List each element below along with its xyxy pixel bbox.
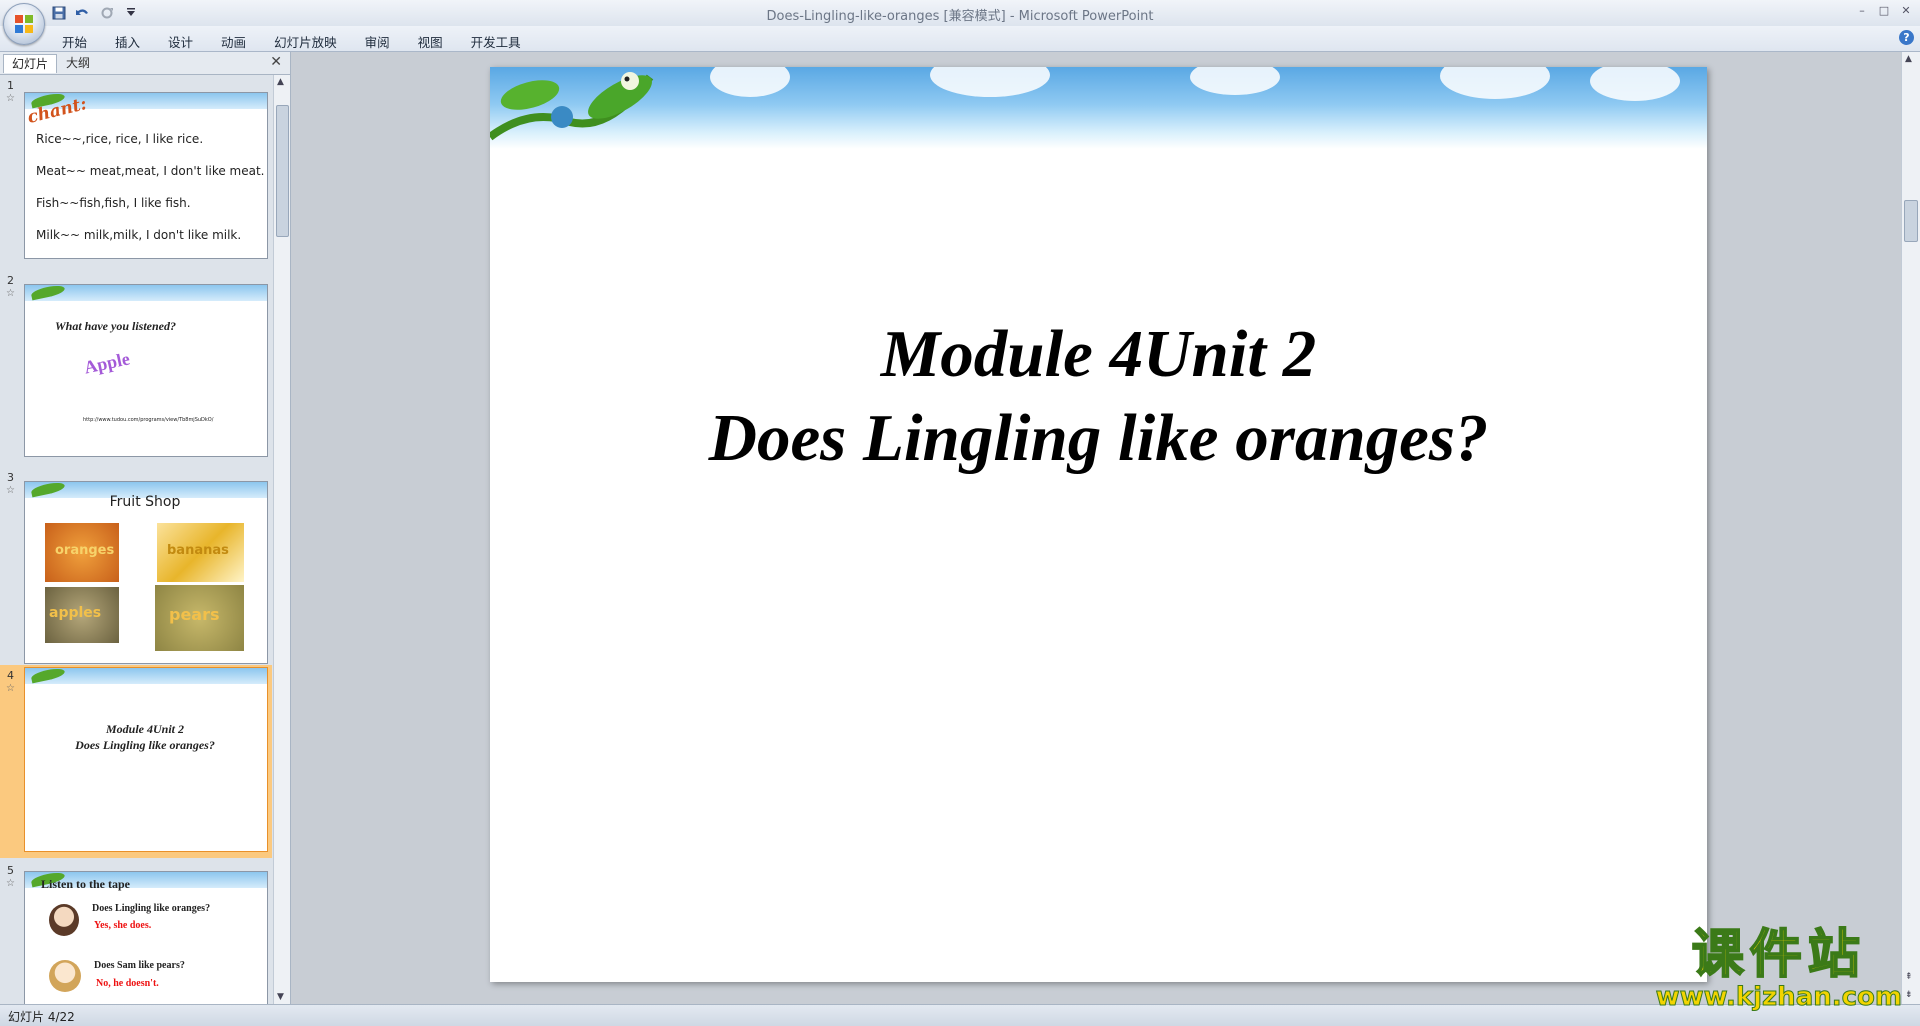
tab-insert[interactable]: 插入 <box>101 29 154 54</box>
chant-line: Milk~~ milk,milk, I don't like milk. <box>36 228 242 242</box>
maximize-button[interactable]: □ <box>1874 2 1894 18</box>
vine-leaf-icon <box>490 72 654 141</box>
slide-preview: Listen to the tape Does Lingling like or… <box>24 871 268 1004</box>
minimize-button[interactable]: – <box>1852 2 1872 18</box>
cloud-decoration <box>710 67 790 97</box>
answer-text: Yes, she does. <box>94 920 152 931</box>
pane-tabs: 幻灯片 大纲 ✕ <box>0 52 290 75</box>
chant-line: Rice~~,rice, rice, I like rice. <box>36 132 204 146</box>
chant-line: Fish~~fish,fish, I like fish. <box>36 196 191 210</box>
office-button[interactable] <box>3 3 45 45</box>
animation-star-icon: ☆ <box>6 288 15 299</box>
help-icon[interactable]: ? <box>1899 30 1914 45</box>
ribbon: 开始 插入 设计 动画 幻灯片放映 审阅 视图 开发工具 ? <box>0 26 1920 52</box>
slide-counter: 幻灯片 4/22 <box>8 1010 75 1024</box>
slide-thumbnail-3[interactable]: 3 ☆ Fruit Shop oranges bananas apples pe… <box>0 467 272 664</box>
answer-text: No, he doesn't. <box>96 978 159 989</box>
slide-heading: Fruit Shop <box>109 494 181 510</box>
tab-developer[interactable]: 开发工具 <box>457 29 535 54</box>
slide-title-line-1: Module 4Unit 2 <box>880 317 1317 391</box>
office-logo-icon <box>15 15 33 33</box>
scroll-up-arrow-icon[interactable]: ▲ <box>1905 54 1912 64</box>
question-text: Does Sam like pears? <box>94 960 185 971</box>
slide-number: 1 <box>7 79 14 92</box>
tab-slideshow[interactable]: 幻灯片放映 <box>260 29 351 54</box>
slide-editing-area: Module 4Unit 2 Does Lingling like orange… <box>297 52 1902 1004</box>
watermark-url: www.kjzhan.com <box>1655 982 1902 1012</box>
animation-star-icon: ☆ <box>6 683 15 694</box>
window-controls: – □ ✕ <box>1852 2 1916 18</box>
scrollbar-thumb[interactable] <box>1904 200 1918 242</box>
slide-preview: What have you listened? Apple http://www… <box>24 284 268 457</box>
photo-label: bananas <box>167 543 229 558</box>
slide-heading: Listen to the tape <box>41 877 130 891</box>
slide-title[interactable]: Module 4Unit 2 Does Lingling like orange… <box>490 312 1707 480</box>
tab-review[interactable]: 审阅 <box>351 29 404 54</box>
thumbnail-scrollbar[interactable]: ▲ ▼ <box>273 75 290 1004</box>
slide-number: 3 <box>7 471 14 484</box>
slide-thumbnail-4[interactable]: 4 ☆ Module 4Unit 2 Does Lingling like or… <box>0 665 272 858</box>
boy-avatar <box>49 960 81 992</box>
slide-preview: Module 4Unit 2 Does Lingling like orange… <box>24 667 268 852</box>
close-pane-icon[interactable]: ✕ <box>270 54 282 70</box>
watermark-chinese-text: 课件站 <box>1691 925 1866 985</box>
question-text: Does Lingling like oranges? <box>92 903 211 914</box>
cloud-decoration <box>1590 67 1680 101</box>
scrollbar-thumb[interactable] <box>276 105 289 237</box>
apples-photo: apples <box>45 587 119 643</box>
close-button[interactable]: ✕ <box>1896 2 1916 18</box>
sky-header-decoration <box>490 67 1707 149</box>
slide-number: 4 <box>7 669 14 682</box>
slide-thumbnail-2[interactable]: 2 ☆ What have you listened? Apple http:/… <box>0 270 272 465</box>
photo-label: pears <box>169 605 220 624</box>
tab-view[interactable]: 视图 <box>404 29 457 54</box>
slide-number: 2 <box>7 274 14 287</box>
slide-title-line: Does Lingling like oranges? <box>75 738 215 752</box>
slide-scrollbar[interactable]: ▲ ⇞ ⇟ <box>1901 52 1920 1004</box>
slide-thumbnail-list: 1 ☆ chant: Rice~~,rice, rice, I like ric… <box>0 75 272 1004</box>
status-bar: 幻灯片 4/22 <box>0 1004 1920 1026</box>
slide-heading: What have you listened? <box>55 319 177 333</box>
title-bar: Does-Lingling-like-oranges [兼容模式] - Micr… <box>0 0 1920 27</box>
cloud-decoration <box>930 67 1050 97</box>
slide-title-line: Module 4Unit 2 <box>105 722 184 736</box>
photo-label: apples <box>49 605 102 621</box>
slide-title-line-2: Does Lingling like oranges? <box>708 401 1489 475</box>
word-art: Apple <box>82 348 132 378</box>
animation-star-icon: ☆ <box>6 878 15 889</box>
cloud-decoration <box>1440 67 1550 99</box>
slide-preview: chant: Rice~~,rice, rice, I like rice. M… <box>24 92 268 259</box>
previous-slide-icon[interactable]: ⇞ <box>1905 972 1913 982</box>
photo-label: oranges <box>55 543 115 558</box>
girl-avatar <box>49 904 79 936</box>
tab-outline[interactable]: 大纲 <box>58 54 98 72</box>
slide-thumbnail-5[interactable]: 5 ☆ Listen to the tape Does Lingling lik… <box>0 860 272 1004</box>
animation-star-icon: ☆ <box>6 93 15 104</box>
current-slide[interactable]: Module 4Unit 2 Does Lingling like orange… <box>490 67 1707 982</box>
next-slide-icon[interactable]: ⇟ <box>1905 990 1913 1000</box>
tab-design[interactable]: 设计 <box>154 29 207 54</box>
cloud-decoration <box>1190 67 1280 95</box>
bananas-photo: bananas <box>157 523 244 582</box>
scroll-down-arrow-icon[interactable]: ▼ <box>277 992 284 1002</box>
site-watermark: 课件站 www.kjzhan.com <box>1655 925 1902 1012</box>
oranges-photo: oranges <box>45 523 119 582</box>
window-title: Does-Lingling-like-oranges [兼容模式] - Micr… <box>766 9 1154 24</box>
chant-line: Meat~~ meat,meat, I don't like meat. <box>36 164 265 178</box>
tab-animations[interactable]: 动画 <box>207 29 260 54</box>
scroll-up-arrow-icon[interactable]: ▲ <box>277 77 284 87</box>
tab-slides[interactable]: 幻灯片 <box>3 54 58 73</box>
animation-star-icon: ☆ <box>6 485 15 496</box>
pears-photo: pears <box>155 585 244 651</box>
slides-pane: 幻灯片 大纲 ✕ 1 ☆ chant: Rice~~,rice, rice, I… <box>0 52 291 1004</box>
tab-home[interactable]: 开始 <box>48 29 101 54</box>
slide-preview: Fruit Shop oranges bananas apples pears <box>24 481 268 664</box>
slide-number: 5 <box>7 864 14 877</box>
slide-thumbnail-1[interactable]: 1 ☆ chant: Rice~~,rice, rice, I like ric… <box>0 75 272 269</box>
video-link: http://www.tudou.com/programs/view/Tb8mj… <box>83 417 214 423</box>
ribbon-tabs: 开始 插入 设计 动画 幻灯片放映 审阅 视图 开发工具 <box>48 29 535 54</box>
